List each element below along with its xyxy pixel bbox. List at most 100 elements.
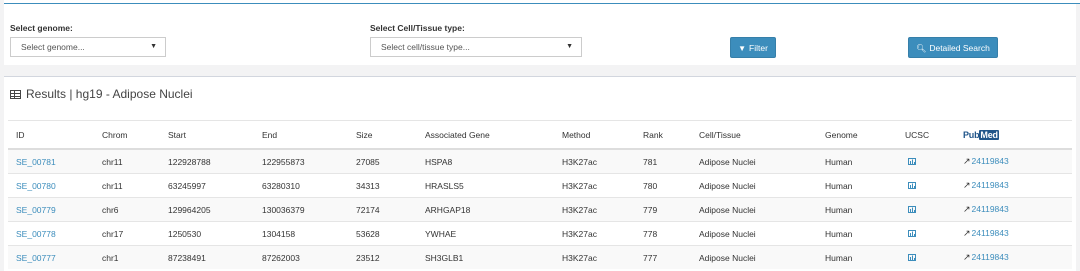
results-table: ID Chrom Start End Size Associated Gene …: [8, 120, 1072, 269]
col-header-cell[interactable]: Cell/Tissue: [691, 120, 817, 150]
col-header-id[interactable]: ID: [8, 120, 94, 150]
bar-chart-icon[interactable]: [908, 205, 916, 213]
table-row: SE_00777 chr1 87238491 87262003 23512 SH3GLB1…: [8, 245, 1072, 269]
cell-chrom: chr11: [94, 173, 160, 198]
pubmed-id: 24119843: [971, 228, 1009, 238]
cell-size: 72174: [348, 197, 417, 222]
cell-pubmed: ↗24119843: [955, 245, 1072, 269]
cell-ucsc: [897, 245, 955, 269]
cell-method: H3K27ac: [554, 245, 635, 269]
row-id-link[interactable]: SE_00780: [16, 181, 56, 191]
cell-genome: Human: [817, 173, 897, 198]
cell-method: H3K27ac: [554, 221, 635, 246]
cell-id: SE_00781: [8, 148, 94, 174]
genome-select[interactable]: Select genome... ▼: [10, 37, 166, 57]
cell-tissue: Adipose Nuclei: [691, 148, 817, 174]
cell-size: 53628: [348, 221, 417, 246]
cell-select-value: Select cell/tissue type...: [381, 42, 470, 52]
col-header-method[interactable]: Method: [554, 120, 635, 150]
cell-rank: 777: [635, 245, 691, 269]
pubmed-logo: PubMed: [963, 129, 999, 140]
bar-chart-icon[interactable]: [908, 181, 916, 189]
detailed-search-label: Detailed Search: [929, 43, 990, 53]
external-link-icon: ↗: [963, 180, 971, 190]
col-header-pubmed[interactable]: PubMed: [955, 120, 1072, 150]
cell-method: H3K27ac: [554, 173, 635, 198]
table-row: SE_00778 chr17 1250530 1304158 53628 YWHAE H3K…: [8, 221, 1072, 246]
filter-button-label: Filter: [749, 43, 768, 53]
cell-method: H3K27ac: [554, 197, 635, 222]
genome-select-value: Select genome...: [21, 42, 85, 52]
table-row: SE_00780 chr11 63245997 63280310 34313 HRASLS…: [8, 173, 1072, 198]
cell-start: 1250530: [160, 221, 254, 246]
row-id-link[interactable]: SE_00777: [16, 253, 56, 263]
cell-start: 129964205: [160, 197, 254, 222]
external-link-icon: ↗: [963, 252, 971, 262]
pubmed-logo-med: Med: [979, 129, 999, 140]
filter-panel: Select genome: Select genome... ▼ Select…: [4, 4, 1076, 65]
pubmed-logo-pub: Pub: [963, 129, 980, 140]
col-header-chrom[interactable]: Chrom: [94, 120, 160, 150]
search-icon: 🔍︎: [916, 44, 927, 53]
pubmed-link[interactable]: ↗24119843: [963, 252, 1009, 262]
cell-start: 87238491: [160, 245, 254, 269]
cell-id: SE_00777: [8, 245, 94, 269]
cell-chrom: chr17: [94, 221, 160, 246]
col-header-genome[interactable]: Genome: [817, 120, 897, 150]
pubmed-id: 24119843: [971, 156, 1009, 166]
cell-pubmed: ↗24119843: [955, 197, 1072, 222]
table-row: SE_00779 chr6 129964205 130036379 72174 ARHGA…: [8, 197, 1072, 222]
pubmed-id: 24119843: [971, 180, 1009, 190]
cell-tissue: Adipose Nuclei: [691, 197, 817, 222]
bar-chart-icon[interactable]: [908, 157, 916, 165]
cell-rank: 779: [635, 197, 691, 222]
pubmed-id: 24119843: [971, 252, 1009, 262]
cell-genome: Human: [817, 221, 897, 246]
pubmed-link[interactable]: ↗24119843: [963, 156, 1009, 166]
cell-size: 27085: [348, 148, 417, 174]
cell-gene: HRASLS5: [417, 173, 554, 198]
cell-select[interactable]: Select cell/tissue type... ▼: [370, 37, 582, 57]
cell-gene: ARHGAP18: [417, 197, 554, 222]
cell-chrom: chr11: [94, 148, 160, 174]
row-id-link[interactable]: SE_00779: [16, 205, 56, 215]
cell-pubmed: ↗24119843: [955, 173, 1072, 198]
col-header-start[interactable]: Start: [160, 120, 254, 150]
cell-id: SE_00780: [8, 173, 94, 198]
cell-tissue: Adipose Nuclei: [691, 221, 817, 246]
cell-size: 34313: [348, 173, 417, 198]
col-header-rank[interactable]: Rank: [635, 120, 691, 150]
cell-chrom: chr6: [94, 197, 160, 222]
col-header-gene[interactable]: Associated Gene: [417, 120, 554, 150]
bar-chart-icon[interactable]: [908, 229, 916, 237]
cell-genome: Human: [817, 245, 897, 269]
cell-start: 122928788: [160, 148, 254, 174]
row-id-link[interactable]: SE_00778: [16, 229, 56, 239]
cell-end: 87262003: [254, 245, 348, 269]
filter-button[interactable]: ▼ Filter: [730, 37, 776, 58]
pubmed-link[interactable]: ↗24119843: [963, 228, 1009, 238]
cell-chrom: chr1: [94, 245, 160, 269]
table-row: SE_00781 chr11 122928788 122955873 27085 HSPA…: [8, 148, 1072, 174]
cell-ucsc: [897, 173, 955, 198]
cell-size: 23512: [348, 245, 417, 269]
pubmed-link[interactable]: ↗24119843: [963, 180, 1009, 190]
col-header-ucsc[interactable]: UCSC: [897, 120, 955, 150]
detailed-search-button[interactable]: 🔍︎ Detailed Search: [908, 37, 998, 58]
pubmed-link[interactable]: ↗24119843: [963, 204, 1009, 214]
external-link-icon: ↗: [963, 204, 971, 214]
caret-down-icon: ▼: [566, 43, 573, 50]
cell-rank: 778: [635, 221, 691, 246]
cell-rank: 780: [635, 173, 691, 198]
cell-genome: Human: [817, 197, 897, 222]
cell-end: 130036379: [254, 197, 348, 222]
table-icon: [10, 90, 21, 99]
row-id-link[interactable]: SE_00781: [16, 157, 56, 167]
bar-chart-icon[interactable]: [908, 253, 916, 261]
cell-id: SE_00779: [8, 197, 94, 222]
filter-icon: ▼: [738, 44, 747, 53]
cell-tissue: Adipose Nuclei: [691, 245, 817, 269]
col-header-end[interactable]: End: [254, 120, 348, 150]
cell-gene: HSPA8: [417, 148, 554, 174]
col-header-size[interactable]: Size: [348, 120, 417, 150]
